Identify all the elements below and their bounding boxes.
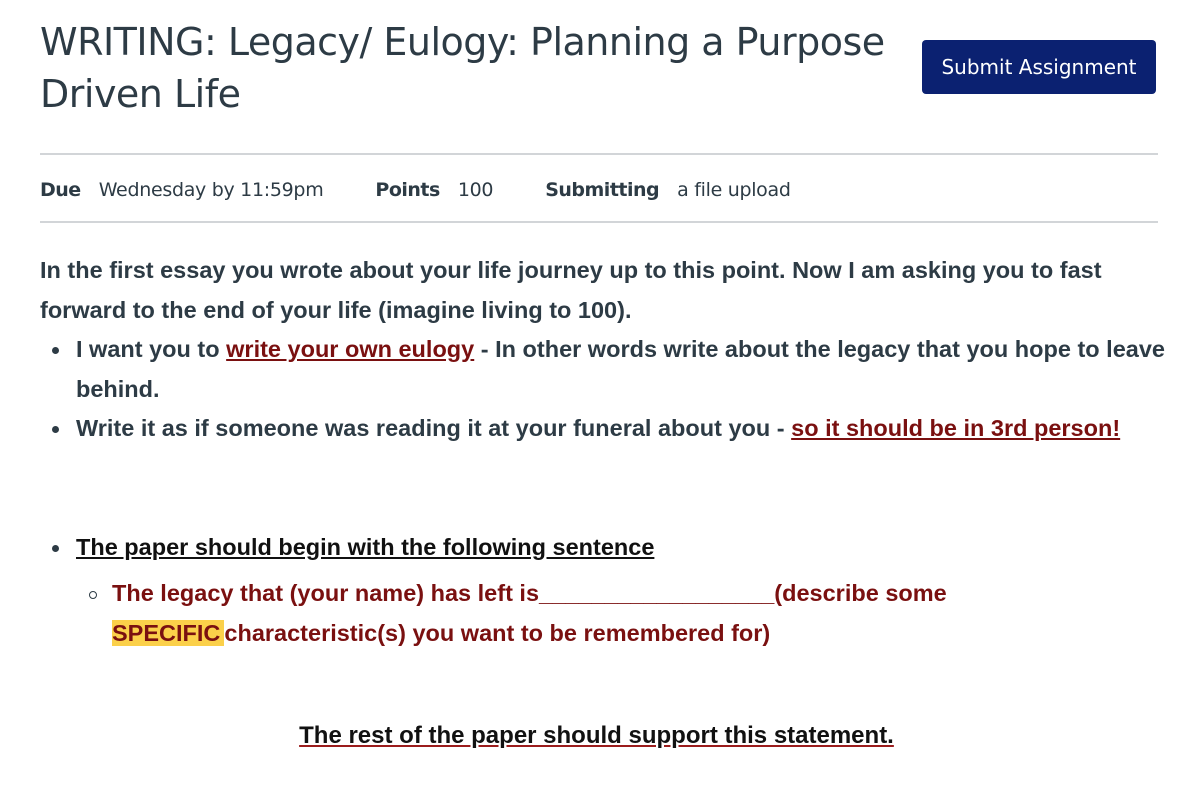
due-label: Due (40, 179, 81, 201)
divider-bottom (40, 221, 1158, 223)
points-label: Points (375, 179, 440, 201)
points-detail: Points 100 (375, 179, 493, 201)
submitting-detail: Submitting a file upload (545, 179, 791, 201)
assignment-description: In the first essay you wrote about your … (40, 251, 1165, 653)
submitting-value: a file upload (677, 179, 791, 201)
blank-line: __________________ (539, 580, 775, 606)
divider-top (40, 153, 1158, 155)
write-your-own-eulogy-emphasis: write your own eulogy (226, 336, 475, 362)
submit-assignment-button[interactable]: Submit Assignment (922, 40, 1156, 94)
sub-suffix: characteristic(s) you want to be remembe… (224, 620, 771, 646)
page-title: WRITING: Legacy/ Eulogy: Planning a Purp… (40, 20, 885, 116)
instructions-list: I want you to write your own eulogy - In… (40, 330, 1165, 449)
due-value: Wednesday by 11:59pm (98, 179, 324, 201)
third-person-emphasis: so it should be in 3rd person! (791, 415, 1121, 441)
closing-text: The rest of the paper should support thi… (299, 722, 894, 749)
opening-sentence-heading: The paper should begin with the followin… (76, 533, 655, 560)
specific-highlight: SPECIFIC (112, 620, 225, 646)
points-value: 100 (457, 179, 494, 201)
bullet1-prefix: I want you to (76, 336, 227, 362)
opening-sentence-list: The paper should begin with the followin… (40, 528, 1165, 654)
list-item: The paper should begin with the followin… (52, 528, 1165, 654)
due-detail: Due Wednesday by 11:59pm (40, 179, 324, 201)
sub-prefix: The legacy that (your name) has left is (112, 580, 540, 606)
assignment-header: WRITING: Legacy/ Eulogy: Planning a Purp… (40, 16, 1158, 126)
list-item: Write it as if someone was reading it at… (52, 409, 1165, 449)
submitting-label: Submitting (545, 179, 660, 201)
closing-statement: The rest of the paper should support thi… (0, 722, 1193, 750)
assignment-details: Due Wednesday by 11:59pm Points 100 Subm… (40, 174, 843, 206)
intro-paragraph: In the first essay you wrote about your … (40, 257, 1102, 323)
opening-sentence-sublist: The legacy that (your name) has left is_… (76, 573, 1165, 653)
list-item: The legacy that (your name) has left is_… (89, 573, 1165, 653)
bullet2-prefix: Write it as if someone was reading it at… (76, 415, 792, 441)
list-item: I want you to write your own eulogy - In… (52, 330, 1165, 409)
sub-mid: (describe some (774, 580, 947, 606)
